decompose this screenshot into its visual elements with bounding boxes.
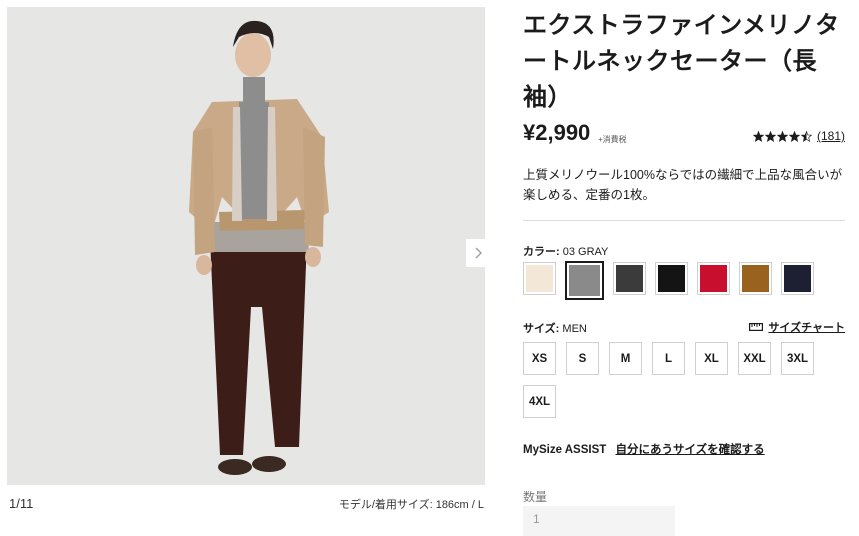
color-swatch-brown[interactable]	[739, 262, 772, 295]
star-icon	[764, 130, 776, 142]
product-price: ¥2,990	[523, 120, 591, 145]
size-option-xxl[interactable]: XXL	[738, 342, 771, 375]
size-gender: MEN	[562, 323, 587, 335]
color-swatch-fill	[658, 265, 685, 292]
color-swatch-off-white[interactable]	[523, 262, 556, 295]
color-swatch-dark-gray[interactable]	[613, 262, 646, 295]
rating-stars	[752, 130, 812, 142]
divider	[523, 220, 845, 221]
star-icon	[752, 130, 764, 142]
ruler-icon	[749, 323, 764, 331]
product-image-gallery[interactable]	[7, 7, 485, 485]
tax-note: +消費税	[598, 135, 627, 144]
color-swatch-black[interactable]	[655, 262, 688, 295]
mysize-assist: MySize ASSIST 自分にあうサイズを確認する	[523, 441, 765, 457]
color-swatch-fill	[784, 265, 811, 292]
size-option-s[interactable]: S	[566, 342, 599, 375]
color-swatch-fill	[742, 265, 769, 292]
size-chart-link[interactable]: サイズチャート	[749, 319, 845, 335]
quantity-label: 数量	[523, 490, 548, 504]
quantity-select[interactable]: 1	[523, 506, 675, 536]
product-description: 上質メリノウール100%ならではの繊細で上品な風合いが楽しめる、定番の1枚。	[523, 168, 843, 202]
next-image-button[interactable]	[466, 239, 485, 267]
size-option-3xl[interactable]: 3XL	[781, 342, 814, 375]
size-chart-label: サイズチャート	[768, 322, 845, 334]
size-option-l[interactable]: L	[652, 342, 685, 375]
price-row: ¥2,990 +消費税 (181)	[523, 120, 845, 150]
color-swatch-fill	[569, 265, 600, 296]
color-swatch-fill	[526, 265, 553, 292]
color-swatch-fill	[616, 265, 643, 292]
review-count-link[interactable]: (181)	[817, 129, 845, 143]
mysize-label: MySize ASSIST	[523, 444, 607, 456]
color-swatch-gray[interactable]	[565, 261, 604, 300]
star-icon	[776, 130, 788, 142]
rating[interactable]: (181)	[752, 129, 845, 143]
model-size-info: モデル/着用サイズ: 186cm / L	[338, 499, 484, 511]
star-icon	[800, 130, 812, 142]
product-title: エクストラファインメリノタートルネックセーター（長袖）	[523, 12, 840, 111]
color-swatch-red[interactable]	[697, 262, 730, 295]
color-label: カラー: 03 GRAY	[523, 246, 609, 258]
star-icon	[788, 130, 800, 142]
image-counter: 1/11	[9, 496, 34, 511]
color-swatch-navy[interactable]	[781, 262, 814, 295]
color-swatches	[523, 261, 814, 300]
size-option-xs[interactable]: XS	[523, 342, 556, 375]
size-option-xl[interactable]: XL	[695, 342, 728, 375]
size-option-4xl[interactable]: 4XL	[523, 385, 556, 418]
size-options: XS S M L XL XXL 3XL 4XL	[523, 342, 853, 418]
selected-color-name: 03 GRAY	[562, 246, 609, 258]
size-option-m[interactable]: M	[609, 342, 642, 375]
product-photo	[7, 7, 485, 485]
color-swatch-fill	[700, 265, 727, 292]
chevron-right-icon	[475, 247, 482, 259]
size-label: サイズ: MEN	[523, 323, 587, 335]
mysize-check-link[interactable]: 自分にあうサイズを確認する	[616, 444, 765, 456]
